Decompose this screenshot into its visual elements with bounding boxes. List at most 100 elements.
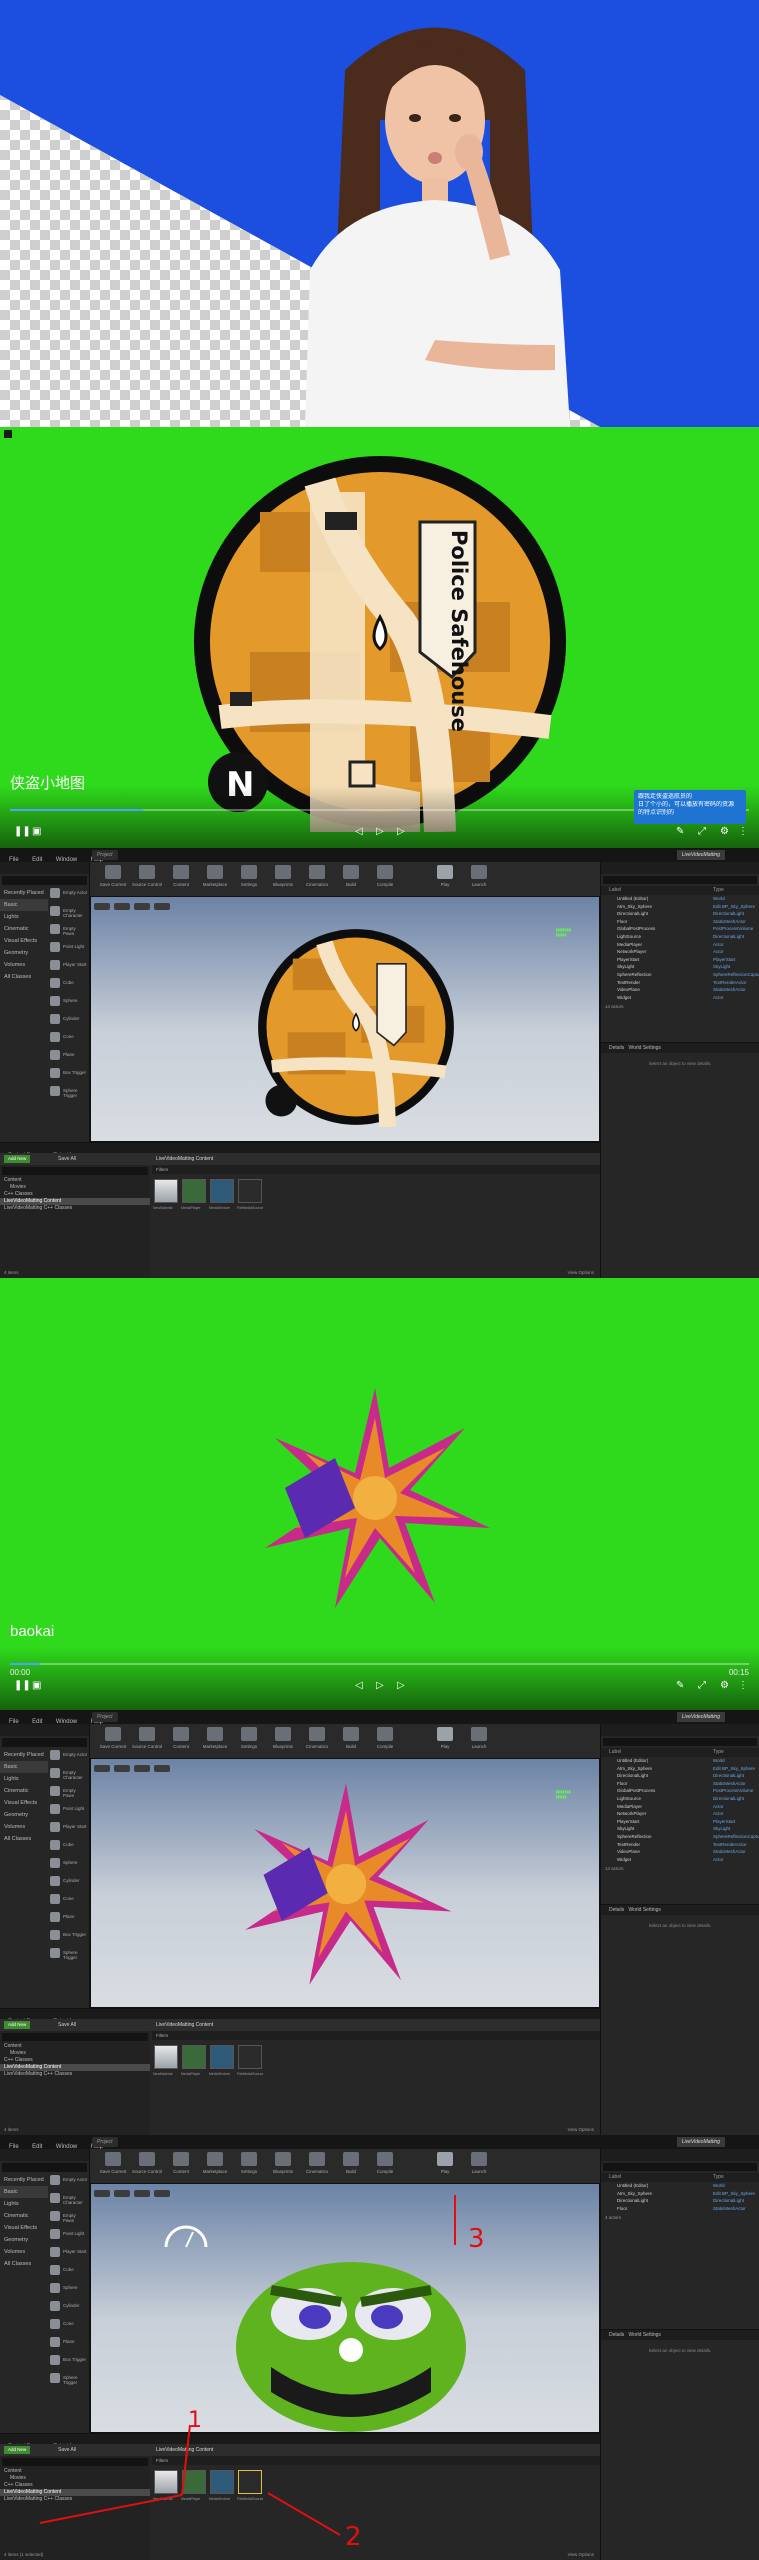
folder-content[interactable]: Content [0, 1177, 150, 1184]
outliner-row[interactable]: LightSource DirectionalLight [601, 933, 759, 941]
folder-project-cpp[interactable]: LiveVideoMatting C++ Classes [0, 1205, 150, 1212]
details-tabs[interactable]: Details World Settings [601, 1905, 759, 1915]
save-button[interactable]: Save Current [98, 1727, 128, 1757]
place-item[interactable]: Cube [50, 976, 88, 990]
view-options-button[interactable]: View Options [568, 1270, 594, 1275]
next-icon[interactable]: ▷ [397, 827, 405, 837]
fullscreen-icon[interactable]: ⤢ [698, 827, 706, 837]
project-name-tab[interactable]: LiveVideoMatting [676, 850, 725, 860]
more-icon[interactable]: ⋮ [738, 827, 748, 837]
settings-button[interactable]: Settings [234, 865, 264, 895]
category-all-classes[interactable]: All Classes [0, 1833, 48, 1845]
outliner-row[interactable]: Floor StaticMeshActor [601, 918, 759, 926]
video-player-minimap[interactable]: Police Safehouse N 侠盗小地图 ❚❚ ▣ ◁ ▷ ▷ ✎ ⤢ … [0, 427, 759, 848]
place-item[interactable]: Empty Actor [50, 1748, 88, 1762]
place-item[interactable]: Cylinder [50, 1874, 88, 1888]
compile-button[interactable]: Compile [370, 865, 400, 895]
outliner-row[interactable]: Atm_Sky_Sphere Edit BP_Sky_Sphere [601, 903, 759, 911]
folder-content[interactable]: Content [0, 2043, 150, 2050]
place-item[interactable]: Sphere [50, 994, 88, 1008]
project-name-tab[interactable]: LiveVideoMatting [676, 1712, 725, 1722]
place-item[interactable]: Empty Pawn [50, 922, 88, 936]
folder-project-content[interactable]: LiveVideoMatting Content [0, 2064, 150, 2071]
modes-search-input[interactable] [2, 1738, 87, 1747]
source-control-button[interactable]: Source Control [132, 865, 162, 895]
perspective-button[interactable] [114, 903, 130, 910]
outliner-row[interactable]: PlayerStart PlayerStart [601, 956, 759, 964]
place-item[interactable]: Sphere Trigger [50, 1084, 88, 1098]
place-item[interactable]: Cone [50, 1892, 88, 1906]
outliner-row[interactable]: VideoPlane StaticMeshActor [601, 1848, 759, 1856]
add-new-button[interactable]: Add New [4, 1155, 31, 1163]
marketplace-button[interactable]: Marketplace [200, 865, 230, 895]
cinematics-button[interactable]: Cinematics [302, 1727, 332, 1757]
edit-icon[interactable]: ✎ [676, 827, 684, 837]
folder-movies[interactable]: Movies [0, 1184, 150, 1191]
video-progress-bar[interactable] [10, 1663, 749, 1665]
place-item[interactable]: Empty Character [50, 904, 88, 918]
video-player-explosion[interactable]: baokai 00:00 00:15 ❚❚ ▣ ◁ ▷ ▷ ✎ ⤢ ⚙ ⋮ [0, 1278, 759, 1710]
asset-filter-bar[interactable]: Filters [152, 2031, 600, 2040]
outliner-row[interactable]: GlobalPostProcess PostProcessVolume [601, 925, 759, 933]
play-button[interactable]: Play [430, 1727, 460, 1757]
category-geometry[interactable]: Geometry [0, 1809, 48, 1821]
outliner-row[interactable]: Untitled (Editor) World [601, 1757, 759, 1765]
pause-icon[interactable]: ❚❚ [14, 1681, 31, 1691]
level-viewport[interactable]: ▮▮▮▮▮▮▮ ▮▮▮▮▮ [90, 1758, 600, 2008]
notification-tooltip[interactable]: 跟我走侠盗巡航员的 日了个小的，可以播放有密码的资源 的特点识别的 [634, 790, 746, 824]
lit-button[interactable] [134, 903, 150, 910]
play-icon[interactable]: ▷ [376, 827, 384, 837]
build-button[interactable]: Build [336, 865, 366, 895]
outliner-row[interactable]: TextRender TextRenderActor [601, 979, 759, 987]
asset-media-source[interactable]: FileMediaSource [237, 2045, 263, 2076]
place-item[interactable]: Box Trigger [50, 1066, 88, 1080]
outliner-row[interactable]: Atm_Sky_Sphere Edit BP_Sky_Sphere [601, 1765, 759, 1773]
tab-project[interactable]: Project [92, 850, 118, 860]
place-item[interactable]: Box Trigger [50, 1928, 88, 1942]
outliner-search-input[interactable] [603, 1738, 757, 1746]
category-volumes[interactable]: Volumes [0, 959, 48, 971]
show-button[interactable] [154, 1765, 170, 1772]
place-item[interactable]: Sphere [50, 1856, 88, 1870]
asset-media-texture[interactable]: MediaTexture [209, 2045, 234, 2076]
level-viewport[interactable]: ▮▮▮▮▮▮▮ ▮▮▮▮▮ [90, 896, 600, 1142]
folder-movies[interactable]: Movies [0, 2050, 150, 2057]
outliner-row[interactable]: Widget Actor [601, 1856, 759, 1864]
place-item[interactable]: Empty Actor [50, 886, 88, 900]
place-item[interactable]: Player Start [50, 958, 88, 972]
asset-media-player[interactable]: MediaPlayer [181, 2045, 206, 2076]
outliner-row[interactable]: SkyLight SkyLight [601, 1825, 759, 1833]
play-button[interactable]: Play [430, 865, 460, 895]
content-path[interactable]: LiveVideoMatting Content [156, 2021, 213, 2029]
danmaku-icon[interactable]: ▣ [32, 1681, 41, 1691]
place-item[interactable]: Empty Pawn [50, 1784, 88, 1798]
settings-icon[interactable]: ⚙ [720, 827, 729, 837]
outliner-row[interactable]: DirectionalLight DirectionalLight [601, 1772, 759, 1780]
category-visual-effects[interactable]: Visual Effects [0, 935, 48, 947]
settings-button[interactable]: Settings [234, 1727, 264, 1757]
place-item[interactable]: Player Start [50, 1820, 88, 1834]
category-geometry[interactable]: Geometry [0, 947, 48, 959]
launch-button[interactable]: Launch [464, 1727, 494, 1757]
asset-filter-bar[interactable]: Filters [152, 1165, 600, 1174]
perspective-button[interactable] [114, 1765, 130, 1772]
lit-button[interactable] [134, 1765, 150, 1772]
outliner-row[interactable]: SphereReflection SphereReflectionCapture [601, 1833, 759, 1841]
place-item[interactable]: Cone [50, 1030, 88, 1044]
outliner-row[interactable]: Floor StaticMeshActor [601, 1780, 759, 1788]
content-path[interactable]: LiveVideoMatting Content [156, 1155, 213, 1163]
outliner-row[interactable]: DirectionalLight DirectionalLight [601, 910, 759, 918]
outliner-row[interactable]: TextRender TextRenderActor [601, 1841, 759, 1849]
outliner-row[interactable]: Widget Actor [601, 994, 759, 1002]
details-tabs[interactable]: Details World Settings [601, 1043, 759, 1053]
asset-material[interactable]: NewMaterial [153, 1179, 178, 1210]
outliner-row[interactable]: GlobalPostProcess PostProcessVolume [601, 1787, 759, 1795]
save-button[interactable]: Save Current [98, 865, 128, 895]
more-icon[interactable]: ⋮ [738, 1681, 748, 1691]
prev-icon[interactable]: ◁ [355, 827, 363, 837]
category-recent[interactable]: Recently Placed [0, 1749, 48, 1761]
settings-icon[interactable]: ⚙ [720, 1681, 729, 1691]
category-cinematic[interactable]: Cinematic [0, 923, 48, 935]
outliner-row[interactable]: NetworkPlayer Actor [601, 948, 759, 956]
outliner-row[interactable]: LightSource DirectionalLight [601, 1795, 759, 1803]
